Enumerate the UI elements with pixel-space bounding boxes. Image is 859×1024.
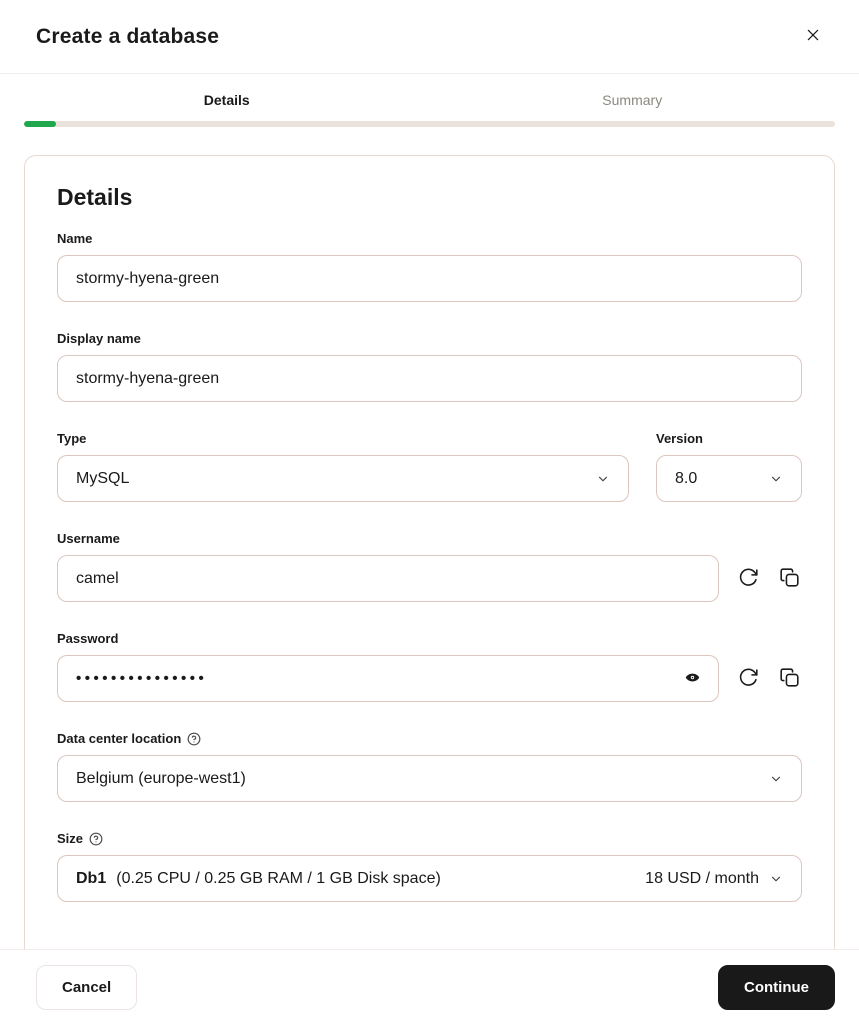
location-label: Data center location [57, 731, 802, 746]
size-plan: Db1 [76, 869, 107, 887]
close-button[interactable] [799, 23, 827, 51]
type-field-group: Type MySQL [57, 431, 629, 502]
steps-nav: Details Summary [0, 74, 859, 127]
create-database-modal: Create a database Details Summary Detail… [0, 0, 859, 1024]
modal-footer: Cancel Continue [0, 949, 859, 1024]
step-tab-summary[interactable]: Summary [430, 92, 836, 108]
eye-icon [684, 669, 701, 689]
size-specs: (0.25 CPU / 0.25 GB RAM / 1 GB Disk spac… [116, 869, 441, 887]
regenerate-icon [738, 567, 759, 591]
chevron-down-icon [769, 772, 783, 786]
chevron-down-icon [769, 472, 783, 486]
username-field-group: Username [57, 531, 802, 602]
regenerate-password-button[interactable] [736, 667, 760, 691]
copy-icon [779, 667, 800, 691]
help-icon[interactable] [89, 832, 103, 846]
type-label: Type [57, 431, 87, 446]
type-select[interactable]: MySQL [57, 455, 629, 502]
show-password-button[interactable] [679, 666, 705, 692]
size-field-group: Size Db1 (0.25 CPU / 0.25 GB RAM / 1 GB … [57, 831, 802, 902]
display-name-input[interactable] [57, 355, 802, 402]
modal-header: Create a database [0, 0, 859, 74]
type-select-value: MySQL [76, 469, 130, 487]
regenerate-username-button[interactable] [736, 567, 760, 591]
username-label: Username [57, 531, 120, 546]
modal-title: Create a database [36, 24, 220, 48]
type-version-row: Type MySQL Version 8.0 [57, 431, 802, 502]
copy-icon [779, 567, 800, 591]
chevron-down-icon [769, 872, 783, 886]
password-label: Password [57, 631, 119, 646]
chevron-down-icon [596, 472, 610, 486]
version-select-value: 8.0 [675, 469, 698, 487]
version-field-group: Version 8.0 [656, 431, 802, 502]
size-price: 18 USD / month [645, 869, 759, 887]
name-field-group: Name [57, 231, 802, 302]
location-field-group: Data center location Belgium (europe-wes… [57, 731, 802, 802]
display-name-label: Display name [57, 331, 141, 346]
password-input[interactable] [57, 655, 719, 702]
name-input[interactable] [57, 255, 802, 302]
close-icon [805, 27, 821, 46]
cancel-button[interactable]: Cancel [36, 964, 138, 1010]
location-label-text: Data center location [57, 731, 182, 746]
name-label: Name [57, 231, 93, 246]
size-label-text: Size [57, 831, 84, 846]
version-label: Version [656, 431, 703, 446]
password-field-group: Password [57, 631, 802, 702]
location-select[interactable]: Belgium (europe-west1) [57, 755, 802, 802]
modal-body: Details Name Display name Type MySQL [0, 127, 859, 949]
display-name-field-group: Display name [57, 331, 802, 402]
step-tab-details[interactable]: Details [24, 92, 430, 108]
size-label: Size [57, 831, 802, 846]
help-icon[interactable] [187, 732, 201, 746]
size-select[interactable]: Db1 (0.25 CPU / 0.25 GB RAM / 1 GB Disk … [57, 855, 802, 902]
copy-password-button[interactable] [777, 667, 801, 691]
copy-username-button[interactable] [777, 567, 801, 591]
version-select[interactable]: 8.0 [656, 455, 802, 502]
location-select-value: Belgium (europe-west1) [76, 769, 246, 787]
step-labels: Details Summary [24, 92, 835, 108]
details-card: Details Name Display name Type MySQL [24, 155, 835, 949]
continue-button[interactable]: Continue [718, 964, 835, 1010]
regenerate-icon [738, 667, 759, 691]
card-heading: Details [57, 184, 133, 210]
username-input[interactable] [57, 555, 719, 602]
